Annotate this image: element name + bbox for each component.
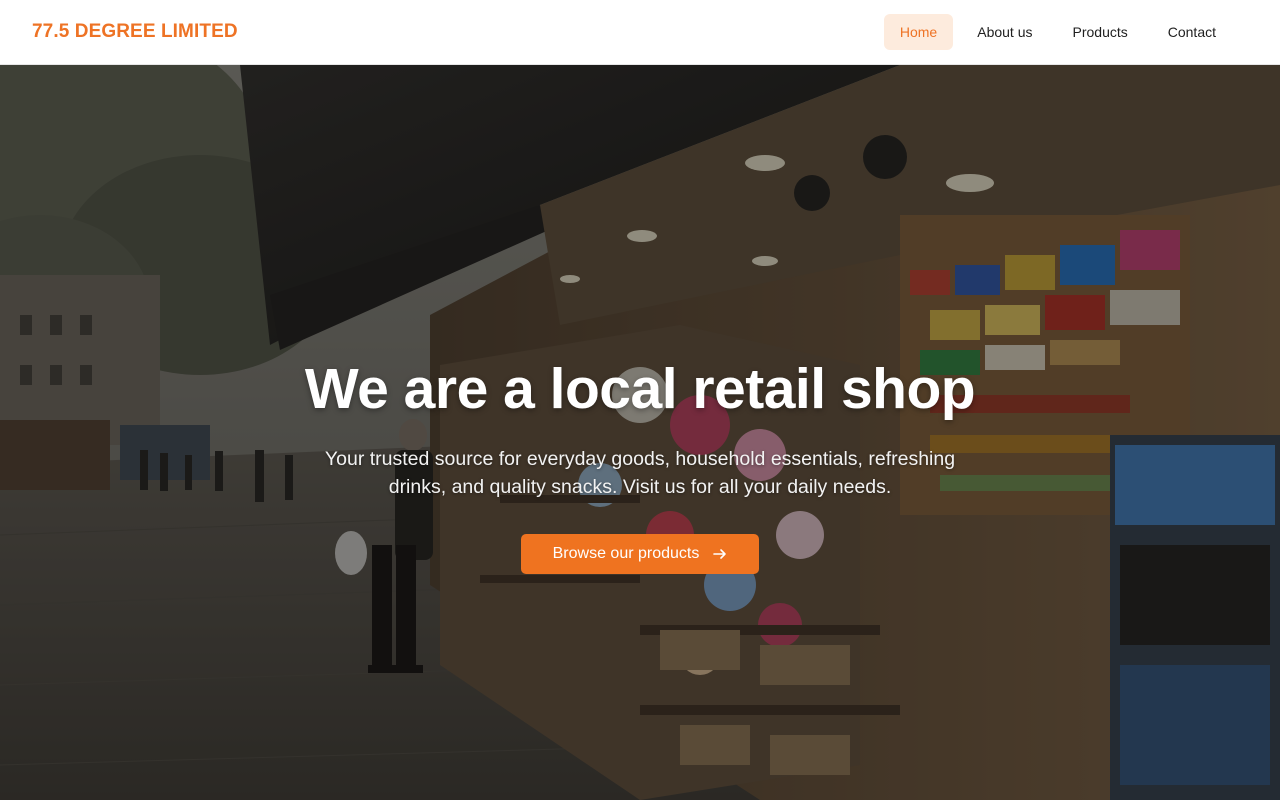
- hero-subtitle: Your trusted source for everyday goods, …: [324, 448, 956, 498]
- nav-contact[interactable]: Contact: [1152, 14, 1232, 50]
- nav-products[interactable]: Products: [1057, 14, 1144, 50]
- main-nav: Home About us Products Contact: [883, 14, 1232, 50]
- hero-title: We are a local retail shop: [304, 357, 976, 421]
- arrow-right-icon: [713, 549, 727, 559]
- nav-about-us[interactable]: About us: [961, 14, 1048, 50]
- hero-section: We are a local retail shop Your trusted …: [0, 65, 1280, 800]
- brand-logo[interactable]: 77.5 DEGREE LIMITED: [32, 21, 238, 43]
- hero-content: We are a local retail shop Your trusted …: [0, 355, 1280, 574]
- site-header: 77.5 DEGREE LIMITED Home About us Produc…: [0, 0, 1280, 65]
- browse-products-label: Browse our products: [552, 545, 700, 562]
- nav-home[interactable]: Home: [883, 14, 954, 50]
- browse-products-button[interactable]: Browse our products: [520, 534, 760, 574]
